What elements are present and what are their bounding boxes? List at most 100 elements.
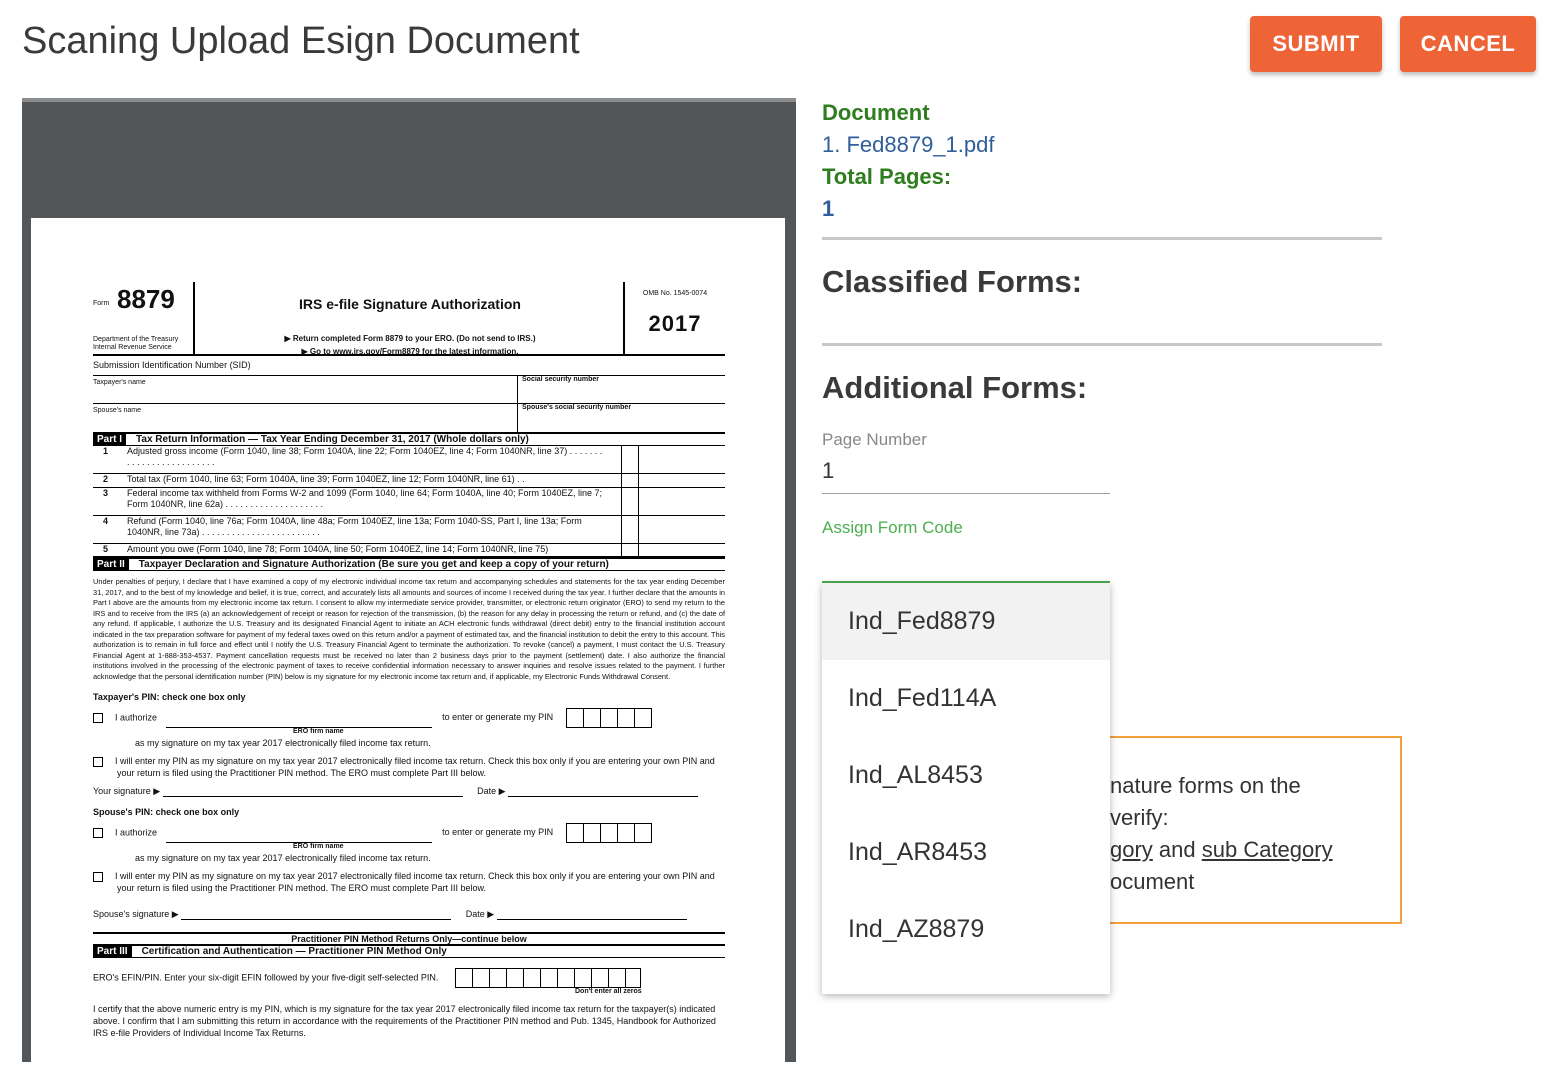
form-spouse-will-enter: I will enter my PIN as my signature on m… [93,870,725,894]
form-part3-tag: Part III [93,946,132,957]
page-number-input[interactable]: 1 [822,456,1110,494]
form-spouse-as-my-sig: as my signature on my tax year 2017 elec… [135,853,431,863]
form-year: 2017 [648,311,702,336]
dropdown-option[interactable]: Ind_AL8453 [822,737,1110,814]
form-title: IRS e-file Signature Authorization [299,296,521,312]
form-your-sig-row: Your signature ▶ Date ▶ [93,785,725,797]
taxpayer-authorize-checkbox [93,713,103,723]
form-line-2-text: Total tax (Form 1040, line 63; Form 1040… [127,474,525,484]
form-part2-header: Part II Taxpayer Declaration and Signatur… [93,557,725,571]
taxpayer-pin-boxes [565,708,652,728]
form-efin-row: ERO's EFIN/PIN. Enter your six-digit EFI… [93,968,725,988]
form-declaration: Under penalties of perjury, I declare th… [93,577,725,681]
info-line-2: verify: [1110,805,1169,830]
form-part3-title: Certification and Authentication — Pract… [141,946,447,957]
form-spouse-sig-row: Spouse's signature ▶ Date ▶ [93,908,725,920]
form-taxpayer-authorize-row: I authorize to enter or generate my PIN [93,708,725,728]
form-omb: OMB No. 1545-0074 [642,290,708,297]
form-will-enter-text: I will enter my PIN as my signature on m… [115,756,715,778]
info-line-4: ocument [1110,869,1195,894]
additional-forms-title: Additional Forms: [822,370,1088,405]
form-spouse-will-enter-text: I will enter my PIN as my signature on m… [115,871,715,893]
form-spouse-i-authorize: I authorize [115,827,158,838]
assign-form-code-label: Assign Form Code [822,518,963,537]
your-sig-line [162,796,463,797]
divider-2 [822,343,1382,346]
form-spouse-name: Spouse's name [93,407,142,414]
form-spouse-ero-firm-label: ERO firm name [293,843,344,850]
total-pages-label: Total Pages: [822,164,952,189]
submit-button[interactable]: SUBMIT [1250,16,1382,72]
form-taxpayer-name: Taxpayer's name [93,379,146,386]
info-line-3: gory and sub Category [1110,834,1333,866]
form-practitioner: Practitioner PIN Method Returns Only—con… [93,932,725,944]
form-line-1-text: Adjusted gross income (Form 1040, line 3… [127,446,603,467]
form-code-dropdown[interactable]: Ind_Fed8879 Ind_Fed114A Ind_AL8453 Ind_A… [822,583,1110,994]
document-viewer[interactable]: Form 8879 Department of the Treasury Int… [22,98,796,1062]
form-spouse-ssn: Spouse's social security number [517,404,631,432]
form-certify: I certify that the above numeric entry i… [93,1004,716,1038]
form-will-enter: I will enter my PIN as my signature on m… [93,755,725,779]
document-value[interactable]: 1. Fed8879_1.pdf [822,132,994,158]
form-sid-row: Submission Identification Number (SID) [93,356,725,376]
form-line-5-text: Amount you owe (Form 1040, line 78; Form… [127,544,549,554]
form-subtitle-2: ▶ Go to www.irs.gov/Form8879 for the lat… [301,347,519,356]
form-line-2: 2 Total tax (Form 1040, line 63; Form 104… [93,474,725,488]
info-subcategory-link[interactable]: sub Category [1202,837,1333,862]
form-taxpayer-pin-label: Taxpayer's PIN: check one box only [93,692,246,702]
form-header: Form 8879 Department of the Treasury Int… [93,282,725,356]
dropdown-option[interactable]: Ind_Fed8879 [822,583,1110,660]
dropdown-option[interactable]: Ind_AZ8879 [822,891,1110,968]
form-ero-efin: ERO's EFIN/PIN. Enter your six-digit EFI… [93,972,439,983]
spouse-authorize-checkbox [93,828,103,838]
form-dont-zeros: Don't enter all zeros [575,988,642,995]
info-category-link[interactable]: gory [1110,837,1153,862]
page-number-label: Page Number [822,430,927,449]
form-part3-header: Part III Certification and Authentication… [93,944,725,958]
document-label: Document [822,100,930,125]
form-subtitle-1: ▶ Return completed Form 8879 to your ERO… [284,334,536,343]
dropdown-option[interactable]: Ind_Fed114A [822,660,1110,737]
form-sid: Submission Identification Number (SID) [93,360,251,370]
form-name-row: Taxpayer's name Social security number [93,376,725,404]
form-ssn: Social security number [517,376,599,404]
form-spouse-row: Spouse's name Spouse's social security n… [93,404,725,432]
form-number: 8879 [117,284,175,314]
cancel-button[interactable]: CANCEL [1400,16,1536,72]
divider-1 [822,237,1382,240]
info-and: and [1152,837,1202,862]
form-year-block: OMB No. 1545-0074 2017 [623,282,725,356]
form-part1-header: Part I Tax Return Information — Tax Year … [93,432,725,446]
form-part2-tag: Part II [93,559,129,570]
form-spouse-pin-label: Spouse's PIN: check one box only [93,807,240,817]
spouse-pin-boxes [565,823,652,843]
form-part1-title: Tax Return Information — Tax Year Ending… [136,434,529,445]
efin-boxes [454,968,641,988]
form-your-sig: Your signature ▶ [93,786,161,796]
spouse-sig-line [181,919,452,920]
form-date-2: Date ▶ [465,909,495,919]
date-line-1 [508,796,699,797]
dropdown-option[interactable]: Ind_AR8453 [822,814,1110,891]
info-line-1: nature forms on the [1110,773,1301,798]
form-line-3: 3 Federal income tax withheld from Forms … [93,488,725,516]
total-pages-value: 1 [822,196,835,221]
form-dept: Department of the Treasury Internal Reve… [93,336,179,351]
form-8879: Form 8879 Department of the Treasury Int… [93,282,725,1039]
form-spouse-sig: Spouse's signature ▶ [93,909,179,919]
form-to-enter: to enter or generate my PIN [442,712,554,723]
form-i-authorize: I authorize [115,712,158,723]
form-line-3-text: Federal income tax withheld from Forms W… [127,488,603,509]
form-part1-tag: Part I [93,434,127,445]
form-date-1: Date ▶ [477,786,506,796]
page-title: Scaning Upload Esign Document [22,20,580,62]
form-title-block: IRS e-file Signature Authorization ▶ Ret… [197,282,623,356]
form-number-block: Form 8879 Department of the Treasury Int… [93,282,195,356]
info-text: nature forms on the verify: gory and sub… [1110,770,1333,898]
form-line-4: 4 Refund (Form 1040, line 76a; Form 1040A… [93,516,725,544]
document-page: Form 8879 Department of the Treasury Int… [31,218,785,1062]
form-line-1: 1 Adjusted gross income (Form 1040, line … [93,446,725,474]
form-word: Form [93,300,110,307]
form-part2-title: Taxpayer Declaration and Signature Autho… [138,559,609,570]
form-as-my-sig: as my signature on my tax year 2017 elec… [135,738,431,748]
